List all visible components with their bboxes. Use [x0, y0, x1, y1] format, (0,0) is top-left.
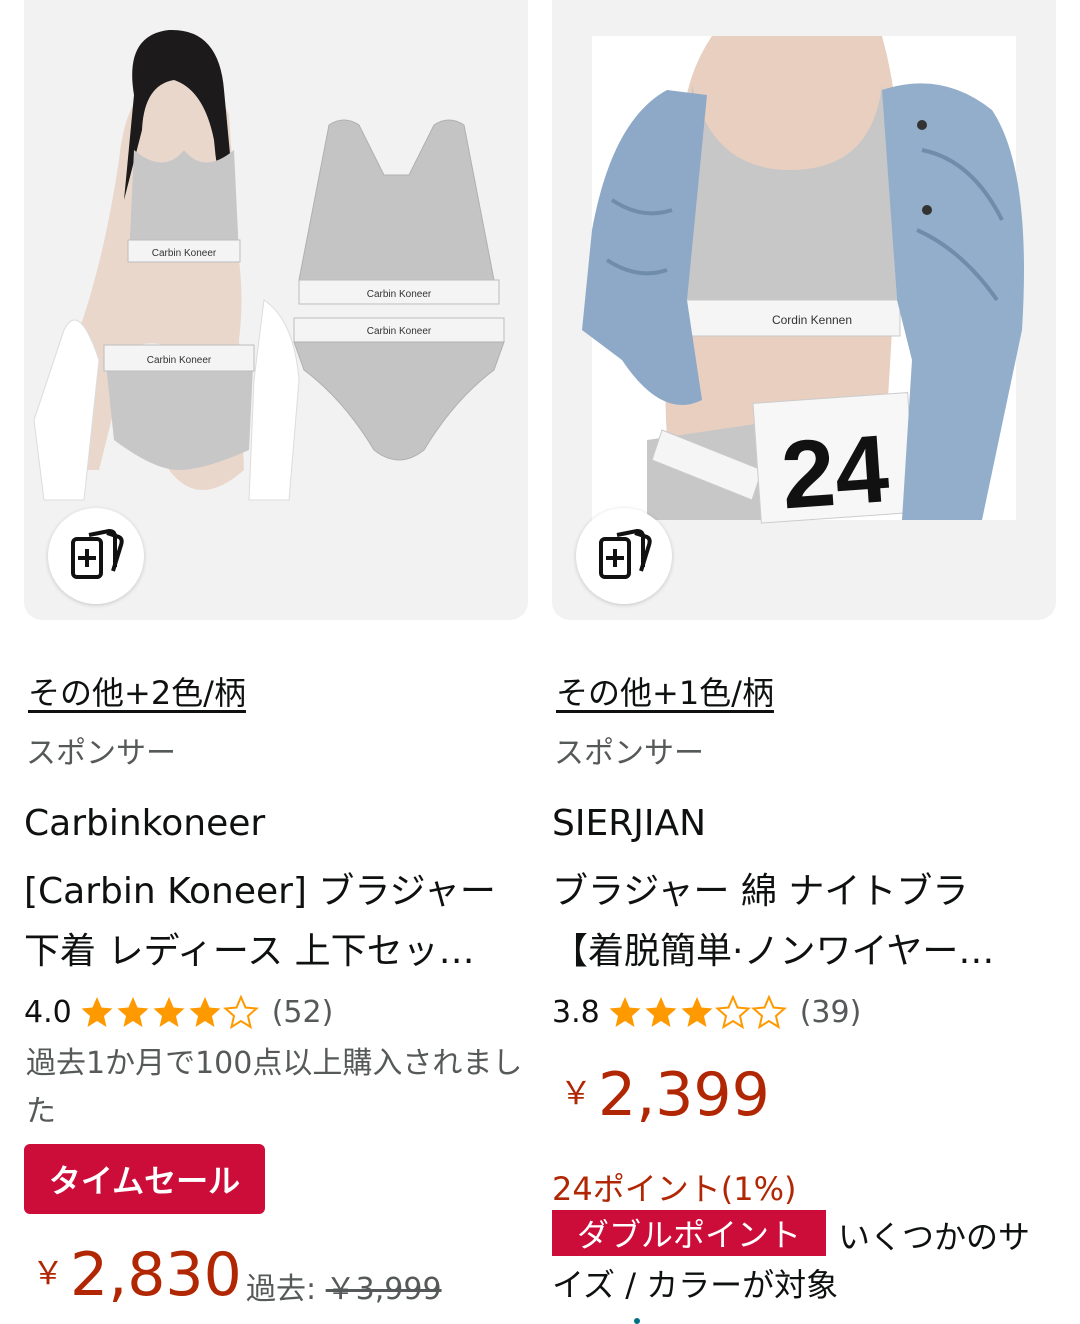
add-to-compare-button-2[interactable]: [576, 508, 672, 604]
star-rating-2: [608, 995, 788, 1029]
product-image-1[interactable]: Carbin Koneer Carbin Koneer Carbin Konee…: [24, 0, 528, 620]
rating-value-1: 4.0: [24, 994, 72, 1030]
rating-row-2[interactable]: 3.8 (39): [552, 992, 861, 1032]
sponsored-label-2: スポンサー: [554, 736, 704, 771]
star-full-icon: [645, 997, 677, 1027]
svg-text:Carbin Koneer: Carbin Koneer: [147, 355, 212, 366]
rating-value-2: 3.8: [552, 994, 600, 1030]
product-card-2[interactable]: Cordin Kennen 24 その他+1色/柄 スポンサー SIERJIAN…: [552, 0, 1056, 1324]
star-full-icon: [681, 997, 713, 1027]
review-count-2: (39): [799, 994, 862, 1030]
time-sale-badge: タイムセール: [24, 1144, 265, 1214]
bib-number: 24: [778, 415, 892, 529]
star-full-icon: [117, 997, 149, 1027]
was-price-1: 過去: ￥3,999: [246, 1264, 442, 1308]
product-card-1[interactable]: Carbin Koneer Carbin Koneer Carbin Konee…: [24, 0, 528, 1324]
product-brand-2[interactable]: SIERJIAN: [552, 803, 706, 844]
bought-past-month-1: 過去1か月で100点以上購入されました: [26, 1046, 523, 1129]
price-1: ￥ 2,830: [32, 1240, 242, 1320]
add-to-compare-button-1[interactable]: [48, 508, 144, 604]
svg-text:Carbin Koneer: Carbin Koneer: [367, 326, 432, 337]
rating-row-1[interactable]: 4.0 (52): [24, 992, 333, 1032]
star-rating-1: [80, 995, 260, 1029]
more-colors-link-1[interactable]: その他+2色/柄: [28, 668, 246, 714]
product-title-line2-2[interactable]: 【着脱簡単·ノンワイヤー…: [552, 922, 1056, 974]
add-to-list-icon: [67, 525, 125, 587]
band-text-2: Cordin Kennen: [772, 313, 852, 327]
more-colors-link-2[interactable]: その他+1色/柄: [556, 668, 774, 714]
price-currency-2: ￥: [560, 1074, 593, 1112]
star-full-icon: [609, 997, 641, 1027]
star-empty-icon: [752, 996, 786, 1028]
was-price-value: ￥3,999: [325, 1272, 442, 1307]
review-count-1: (52): [271, 994, 334, 1030]
price-currency-1: ￥: [32, 1254, 65, 1292]
scroll-indicator-dot: [634, 1318, 640, 1324]
svg-text:Carbin Koneer: Carbin Koneer: [367, 289, 432, 300]
star-full-icon: [153, 997, 185, 1027]
star-full-icon: [81, 997, 113, 1027]
star-half-icon: [716, 996, 750, 1028]
product-title-line1-2[interactable]: ブラジャー 綿 ナイトブラ: [552, 862, 1056, 914]
add-to-list-icon: [595, 525, 653, 587]
product-title-line2-1[interactable]: 下着 レディース 上下セッ…: [24, 922, 528, 974]
price-value-1: 2,830: [70, 1240, 242, 1310]
star-empty-icon: [224, 996, 258, 1028]
price-2: ￥ 2,399: [560, 1060, 770, 1140]
product-title-line1-1[interactable]: [Carbin Koneer] ブラジャー: [24, 862, 528, 914]
price-value-2: 2,399: [598, 1060, 770, 1130]
star-full-icon: [189, 997, 221, 1027]
was-price-label: 過去:: [246, 1272, 317, 1307]
product-brand-1[interactable]: Carbinkoneer: [24, 803, 265, 844]
product-image-2[interactable]: Cordin Kennen 24: [552, 0, 1056, 620]
sponsored-label-1: スポンサー: [26, 736, 176, 771]
double-points-badge: ダブルポイント: [552, 1210, 826, 1256]
double-points-note-line1: いくつかのサ: [838, 1218, 1031, 1256]
band-text-1: Carbin Koneer: [152, 248, 217, 259]
points-earned: 24ポイント(1%): [552, 1170, 797, 1208]
double-points-note-line2: イズ / カラーが対象: [552, 1266, 839, 1304]
